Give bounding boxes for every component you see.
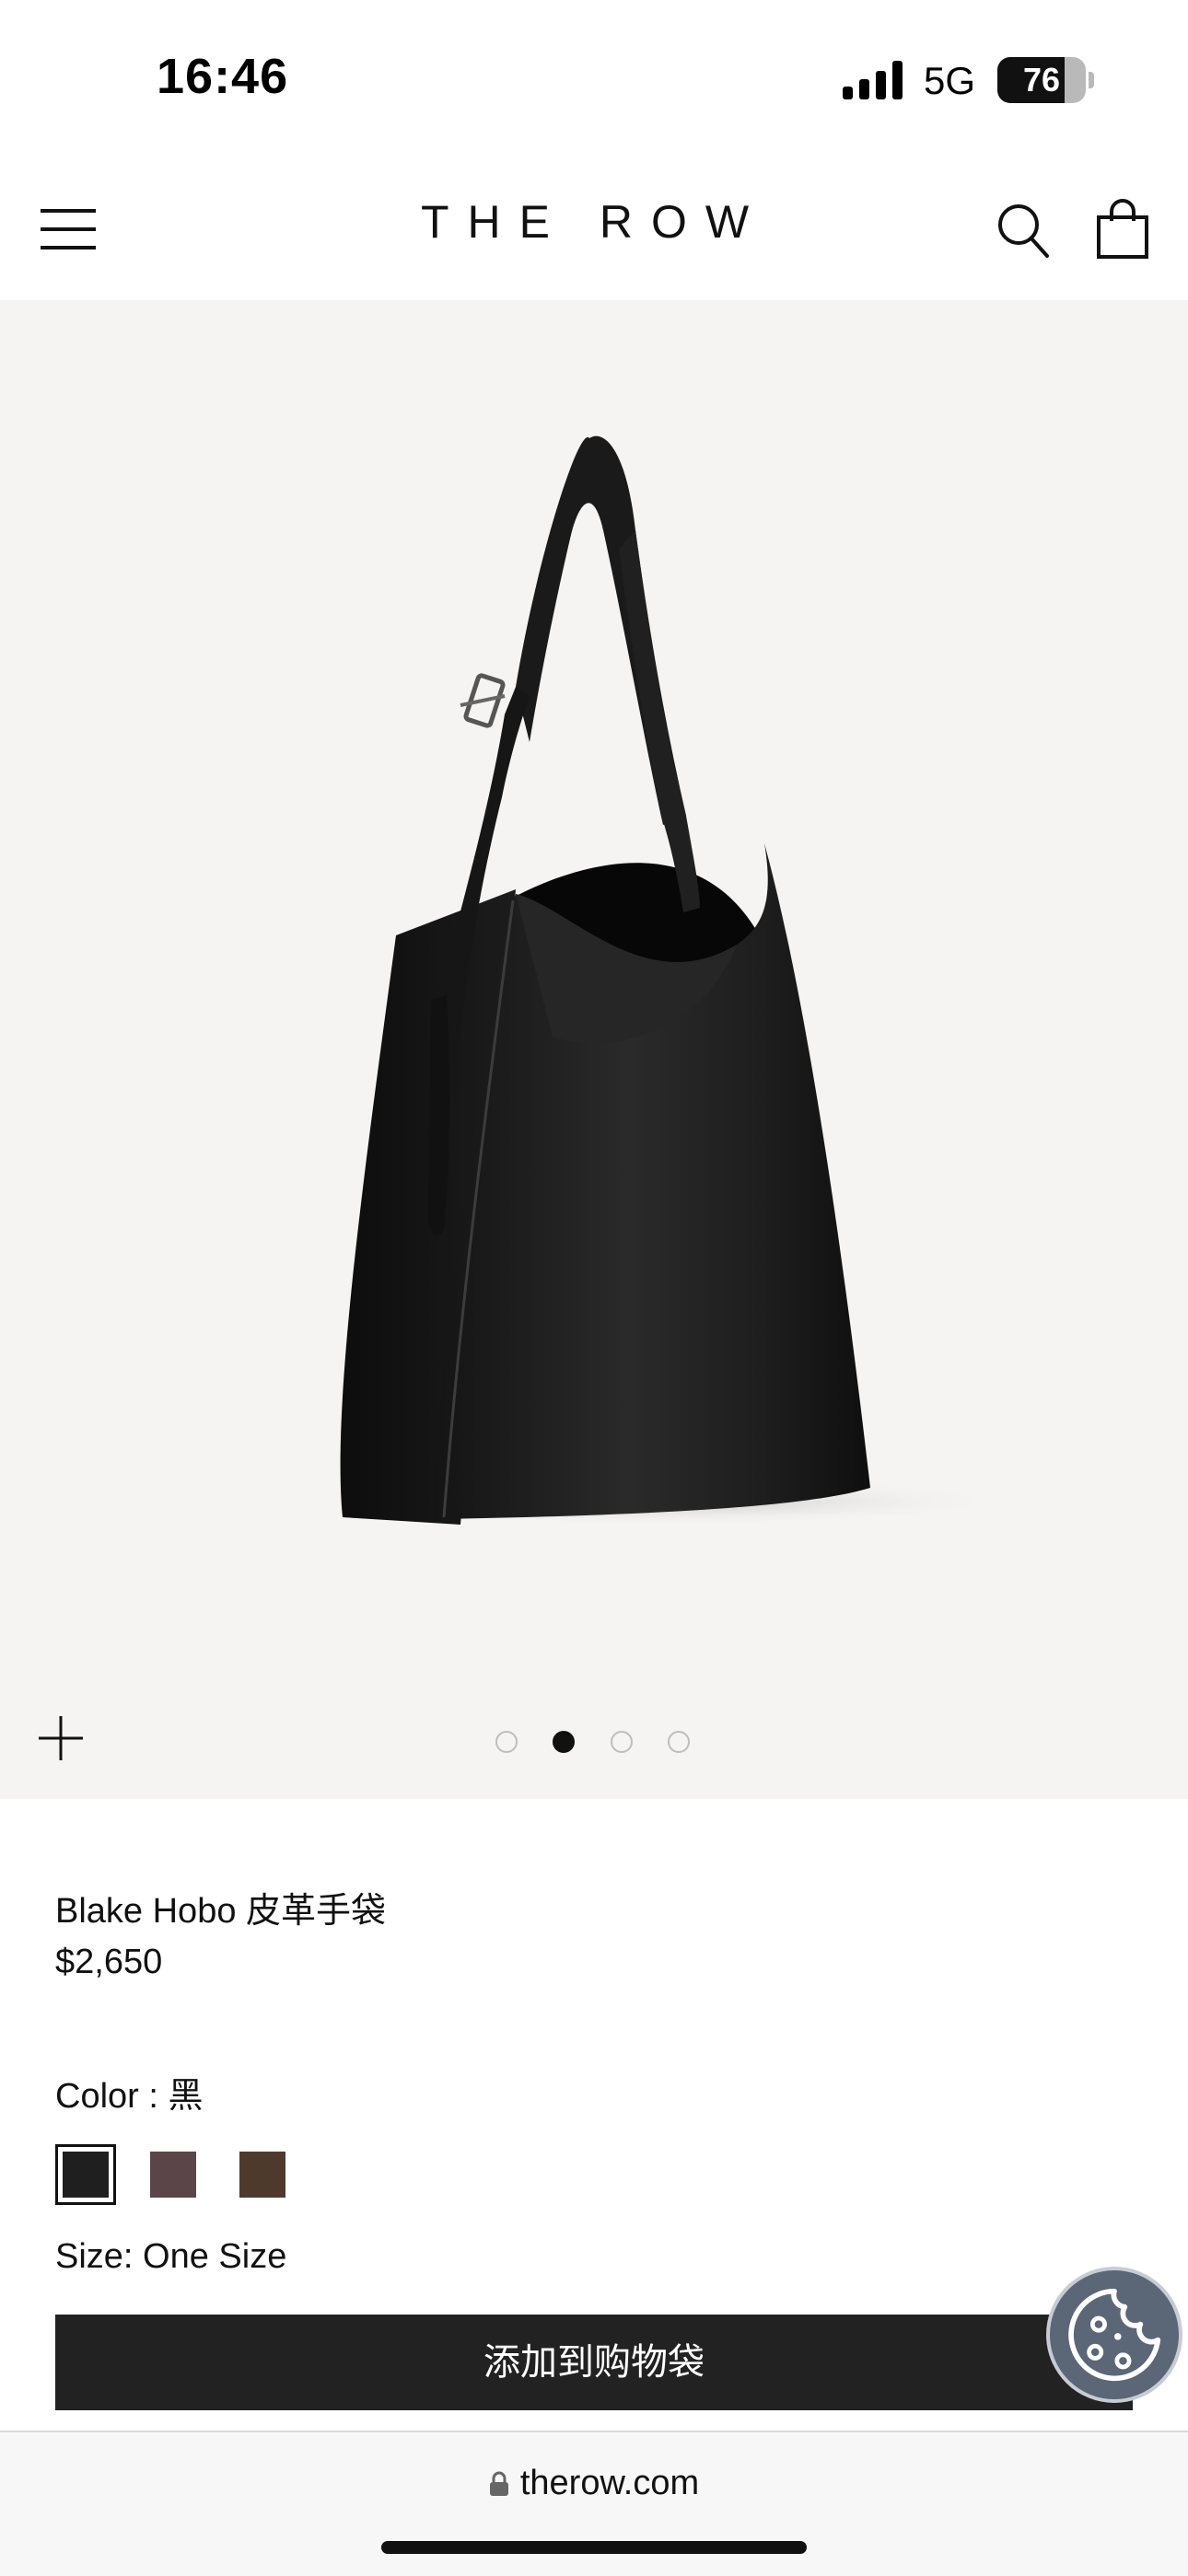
product-image[interactable] xyxy=(0,300,1188,1799)
product-gallery[interactable] xyxy=(0,300,1188,1799)
size-label: Size: One Size xyxy=(55,2237,287,2276)
gallery-pagination xyxy=(488,1727,709,1760)
lock-icon xyxy=(489,2471,508,2496)
search-icon[interactable] xyxy=(996,203,1050,260)
product-price: $2,650 xyxy=(55,1943,163,1981)
gallery-dot-4[interactable] xyxy=(668,1731,690,1753)
url-text: therow.com xyxy=(519,2464,700,2502)
network-label: 5G xyxy=(924,59,976,102)
battery-nub xyxy=(1089,72,1094,88)
status-bar: 16:46 5G 76 xyxy=(0,0,1188,157)
shopping-bag-icon[interactable] xyxy=(1096,199,1149,260)
color-swatch-black[interactable] xyxy=(63,2152,109,2198)
battery-icon: 76 xyxy=(997,57,1086,103)
site-header: THE ROW xyxy=(0,157,1188,300)
browser-bar: therow.com xyxy=(0,2431,1188,2576)
color-swatch-plum[interactable] xyxy=(150,2152,196,2198)
battery-level: 76 xyxy=(1022,61,1061,99)
color-label: Color : 黑 xyxy=(55,2077,204,2116)
product-name: Blake Hobo 皮革手袋 xyxy=(55,1892,387,1931)
plus-icon[interactable] xyxy=(37,1714,85,1762)
status-time: 16:46 xyxy=(157,49,289,104)
address-bar[interactable]: therow.com xyxy=(0,2464,1188,2503)
menu-icon[interactable] xyxy=(39,207,98,251)
brand-logo[interactable]: THE ROW xyxy=(304,195,884,249)
cookie-icon[interactable] xyxy=(1046,2267,1182,2403)
signal-icon xyxy=(843,61,903,99)
gallery-dot-3[interactable] xyxy=(611,1731,633,1753)
home-indicator[interactable] xyxy=(381,2541,807,2554)
gallery-dot-1[interactable] xyxy=(495,1731,518,1753)
add-to-bag-button[interactable]: 添加到购物袋 xyxy=(55,2315,1133,2410)
color-swatch-brown[interactable] xyxy=(239,2152,285,2198)
gallery-dot-2[interactable] xyxy=(553,1731,575,1753)
